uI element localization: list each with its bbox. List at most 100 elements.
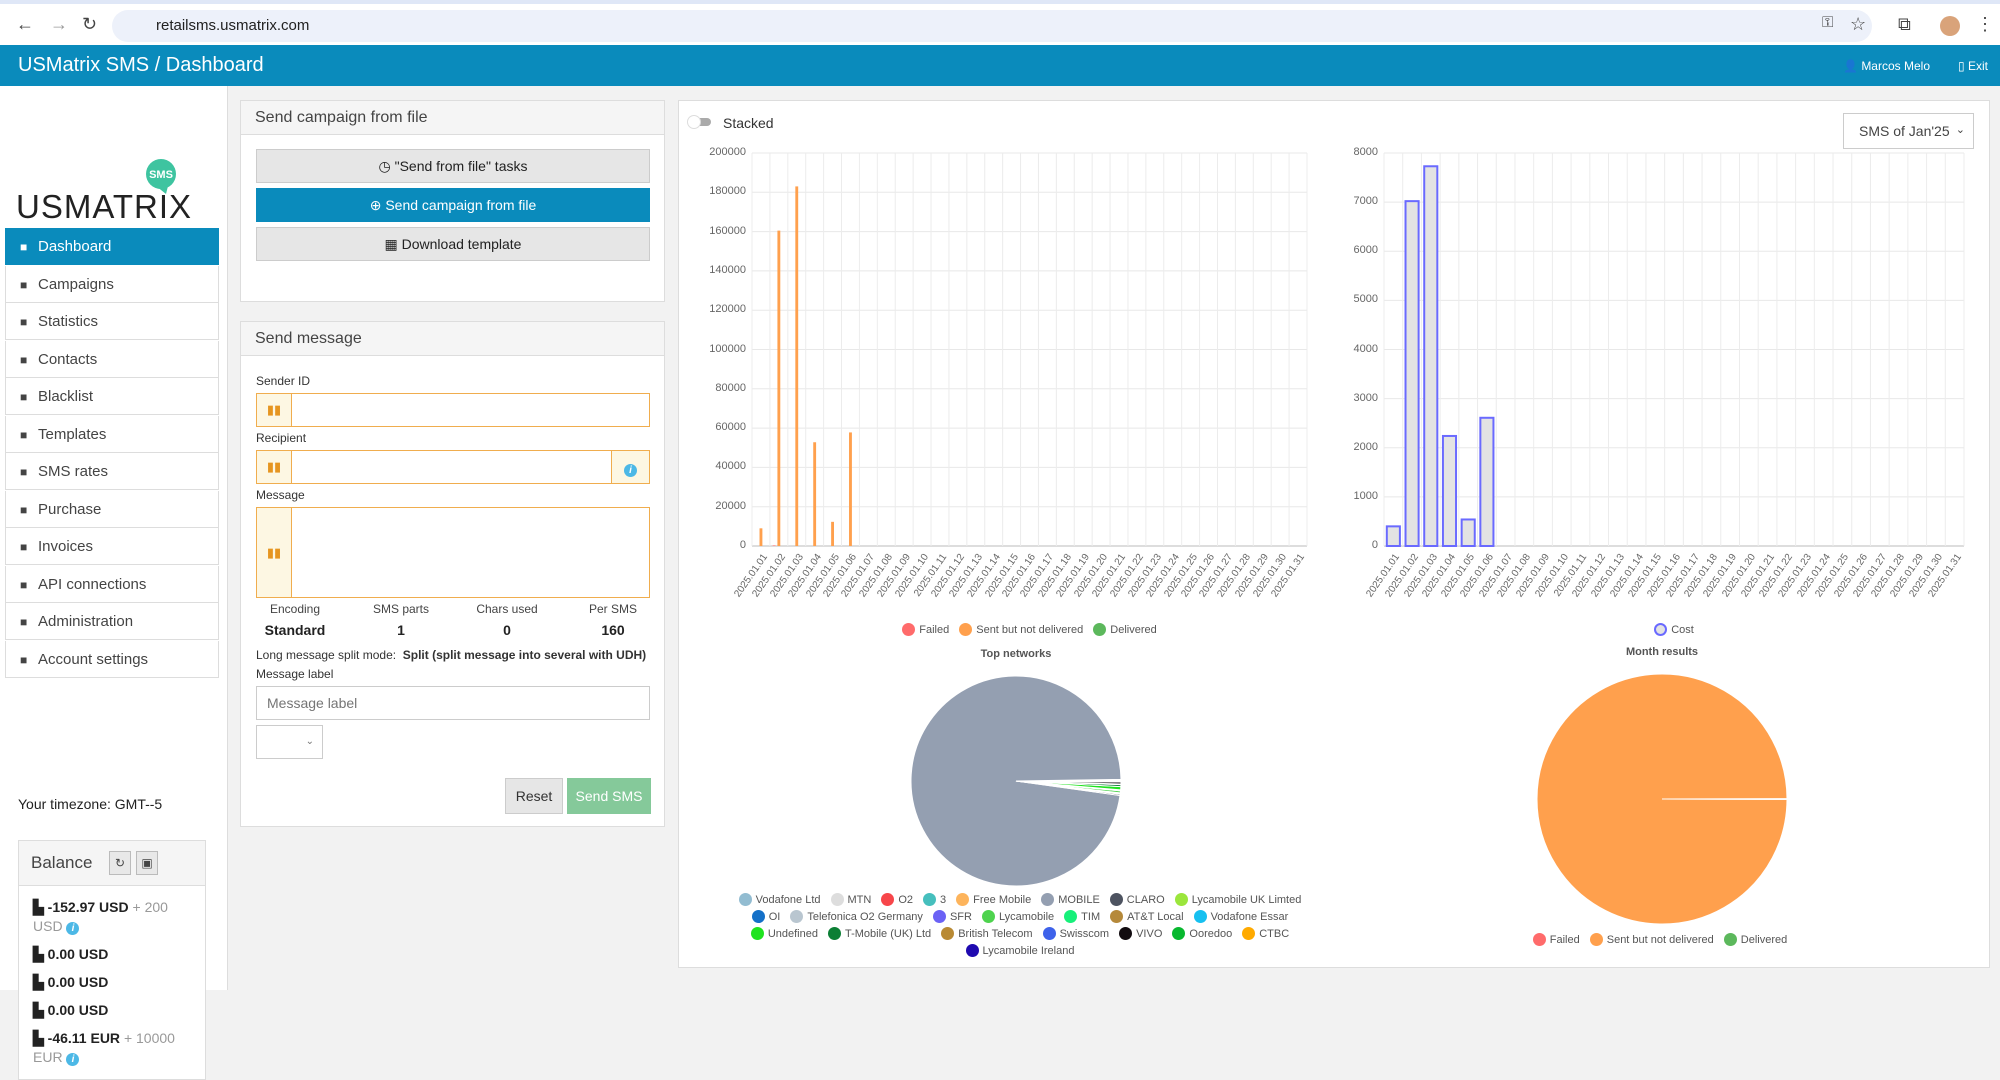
legend-item[interactable]: MTN bbox=[831, 893, 872, 906]
legend-item[interactable]: Failed bbox=[902, 623, 949, 636]
address-bar[interactable]: retailsms.usmatrix.com bbox=[112, 10, 1872, 42]
send-from-file-tasks-button[interactable]: ◷ "Send from file" tasks bbox=[256, 149, 650, 183]
legend-item[interactable]: Vodafone Ltd bbox=[739, 893, 821, 906]
legend-item[interactable]: O2 bbox=[881, 893, 913, 906]
legend-swatch bbox=[1041, 893, 1054, 906]
sidebar-item-administration[interactable]: ■Administration bbox=[5, 603, 219, 640]
send-sms-button[interactable]: Send SMS bbox=[567, 778, 651, 814]
bar[interactable] bbox=[760, 528, 763, 546]
back-icon[interactable]: ← bbox=[16, 14, 34, 35]
sidebar-item-statistics[interactable]: ■Statistics bbox=[5, 303, 219, 340]
bar[interactable] bbox=[773, 545, 776, 546]
legend-item[interactable]: Lycamobile Ireland bbox=[966, 944, 1075, 957]
legend-item[interactable]: Lycamobile UK Limted bbox=[1175, 893, 1302, 906]
message-label: Message bbox=[256, 488, 305, 502]
refresh-button[interactable]: ↻ bbox=[109, 851, 131, 875]
bar[interactable] bbox=[1462, 519, 1475, 546]
legend-item[interactable]: MOBILE bbox=[1041, 893, 1100, 906]
user-link[interactable]: 👤 Marcos Melo bbox=[1843, 59, 1930, 73]
legend-swatch bbox=[923, 893, 936, 906]
sidebar-item-api-connections[interactable]: ■API connections bbox=[5, 566, 219, 603]
chart-legend: Failed Sent but not delivered Delivered bbox=[752, 623, 1307, 636]
legend-item[interactable]: Telefonica O2 Germany bbox=[790, 910, 923, 923]
send-campaign-from-file-button[interactable]: ⊕ Send campaign from file bbox=[256, 188, 650, 222]
info-icon[interactable]: i bbox=[66, 922, 79, 935]
message-label-input[interactable] bbox=[256, 686, 650, 720]
y-tick-label: 6000 bbox=[1354, 244, 1378, 256]
sidebar-item-account-settings[interactable]: ■Account settings bbox=[5, 641, 219, 678]
legend-item[interactable]: Sent but not delivered bbox=[959, 623, 1083, 636]
bar[interactable] bbox=[795, 186, 798, 546]
legend-label: SFR bbox=[950, 911, 972, 923]
stacked-toggle[interactable] bbox=[689, 118, 711, 126]
legend-item[interactable]: CTBC bbox=[1242, 927, 1289, 940]
legend-item[interactable]: 3 bbox=[923, 893, 946, 906]
legend-item[interactable]: Delivered bbox=[1093, 623, 1156, 636]
legend-item[interactable]: Lycamobile bbox=[982, 910, 1054, 923]
reload-icon[interactable]: ↻ bbox=[82, 14, 97, 35]
star-icon[interactable]: ☆ bbox=[1850, 14, 1866, 35]
legend-item[interactable]: Cost bbox=[1654, 623, 1694, 636]
bar[interactable] bbox=[1480, 418, 1493, 546]
profile-avatar[interactable] bbox=[1940, 16, 1960, 36]
sidebar-item-contacts[interactable]: ■Contacts bbox=[5, 341, 219, 378]
exit-link[interactable]: ▯ Exit bbox=[1958, 59, 1988, 73]
period-select[interactable]: SMS of Jan'25⌄ bbox=[1843, 113, 1974, 149]
legend-item[interactable]: T-Mobile (UK) Ltd bbox=[828, 927, 931, 940]
sidebar-item-label: Contacts bbox=[38, 351, 97, 368]
recipient-input[interactable] bbox=[293, 451, 611, 483]
bar[interactable] bbox=[813, 442, 816, 546]
bar[interactable] bbox=[1406, 201, 1419, 546]
bar[interactable] bbox=[849, 432, 852, 546]
book-icon[interactable]: ▮▮ bbox=[257, 451, 292, 483]
menu-icon[interactable]: ⋮ bbox=[1976, 14, 1994, 35]
sender-id-input[interactable] bbox=[293, 394, 649, 426]
y-tick-label: 180000 bbox=[709, 185, 746, 197]
reset-button[interactable]: Reset bbox=[505, 778, 563, 814]
sidebar-item-purchase[interactable]: ■Purchase bbox=[5, 491, 219, 528]
sidebar-item-campaigns[interactable]: ■Campaigns bbox=[5, 266, 219, 303]
extensions-icon[interactable]: ⧉ bbox=[1898, 14, 1911, 35]
app-header: USMatrix SMS / Dashboard 👤 Marcos Melo ▯… bbox=[0, 45, 2000, 86]
sidebar-item-sms-rates[interactable]: ■SMS rates bbox=[5, 453, 219, 490]
legend-item[interactable]: SFR bbox=[933, 910, 972, 923]
download-template-button[interactable]: ▦ Download template bbox=[256, 227, 650, 261]
label-select[interactable]: ⌄ bbox=[256, 725, 323, 759]
book-icon[interactable]: ▮▮ bbox=[257, 394, 292, 426]
password-key-icon[interactable]: ⚿ bbox=[1822, 14, 1833, 31]
legend-item[interactable]: Sent but not delivered bbox=[1590, 933, 1714, 946]
bar[interactable] bbox=[1424, 166, 1437, 546]
bar[interactable] bbox=[777, 231, 780, 546]
sidebar-item-dashboard[interactable]: ■Dashboard bbox=[5, 228, 219, 265]
forward-icon[interactable]: → bbox=[50, 14, 68, 35]
legend-item[interactable]: OI bbox=[752, 910, 781, 923]
legend-item[interactable]: VIVO bbox=[1119, 927, 1162, 940]
legend-item[interactable]: TIM bbox=[1064, 910, 1100, 923]
info-icon[interactable]: i bbox=[66, 1053, 79, 1066]
sidebar-item-templates[interactable]: ■Templates bbox=[5, 416, 219, 453]
bar[interactable] bbox=[1387, 526, 1400, 546]
sidebar-item-label: Blacklist bbox=[38, 388, 93, 405]
bar[interactable] bbox=[831, 522, 834, 546]
legend-item[interactable]: Delivered bbox=[1724, 933, 1787, 946]
legend-item[interactable]: Free Mobile bbox=[956, 893, 1031, 906]
balance-header: Balance ↻ ▣ bbox=[19, 841, 205, 886]
sidebar-item-invoices[interactable]: ■Invoices bbox=[5, 528, 219, 565]
legend-item[interactable]: Undefined bbox=[751, 927, 818, 940]
bar[interactable] bbox=[1443, 436, 1456, 546]
y-tick-label: 1000 bbox=[1354, 490, 1378, 502]
wallet-add-button[interactable]: ▣ bbox=[136, 851, 158, 875]
stat-label: SMS parts bbox=[373, 602, 429, 616]
legend-item[interactable]: British Telecom bbox=[941, 927, 1032, 940]
legend-item[interactable]: CLARO bbox=[1110, 893, 1165, 906]
legend-swatch bbox=[933, 910, 946, 923]
message-textarea[interactable] bbox=[293, 508, 649, 597]
legend-item[interactable]: Failed bbox=[1533, 933, 1580, 946]
legend-item[interactable]: Ooredoo bbox=[1172, 927, 1232, 940]
legend-item[interactable]: Vodafone Essar bbox=[1194, 910, 1289, 923]
legend-item[interactable]: Swisscom bbox=[1043, 927, 1110, 940]
legend-item[interactable]: AT&T Local bbox=[1110, 910, 1183, 923]
sidebar-item-blacklist[interactable]: ■Blacklist bbox=[5, 378, 219, 415]
book-icon[interactable]: ▮▮ bbox=[257, 508, 292, 597]
info-button[interactable]: i bbox=[611, 451, 649, 483]
